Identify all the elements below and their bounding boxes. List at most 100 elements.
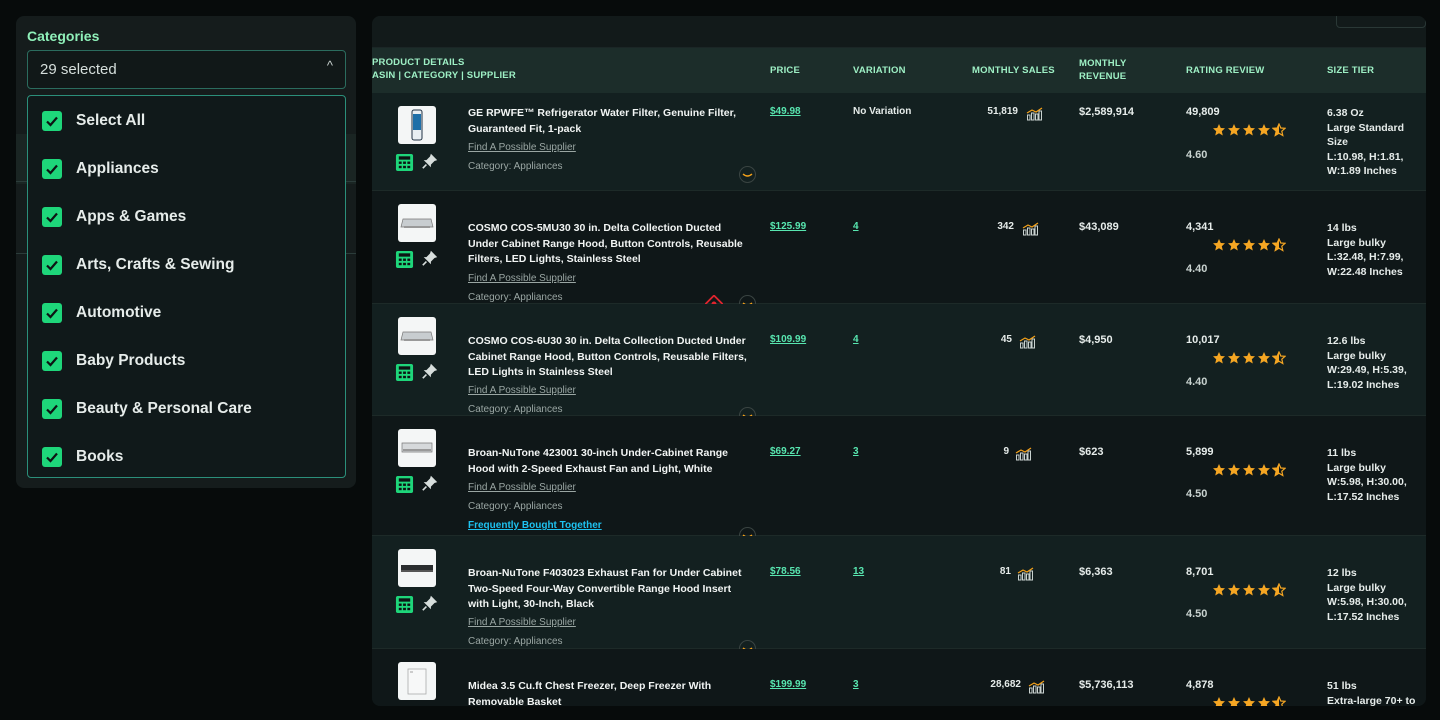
product-variation[interactable]: 3 [853, 446, 859, 457]
product-price[interactable]: $69.27 [770, 446, 801, 457]
option-label: Books [76, 448, 124, 465]
size-tier: 11 lbs Large bulky W:5.98, H:30.00, L:17… [1327, 446, 1422, 504]
category-prefix: Category: [468, 404, 512, 415]
table-row[interactable]: COSMO COS-5MU30 30 in. Delta Collection … [372, 191, 1426, 313]
product-title[interactable]: Broan-NuTone F403023 Exhaust Fan for Und… [468, 566, 753, 613]
rating-value: 4.50 [1186, 608, 1208, 620]
selected-count: 29 selected [40, 61, 117, 78]
option-arts-crafts[interactable]: Arts, Crafts & Sewing [28, 241, 345, 289]
sales-chart-icon[interactable] [1022, 222, 1039, 236]
product-variation[interactable]: 4 [853, 221, 859, 232]
product-variation: No Variation [853, 106, 912, 117]
star-icon [1228, 697, 1240, 706]
checkbox-checked[interactable] [42, 255, 62, 275]
checkbox-checked[interactable] [42, 207, 62, 227]
product-variation[interactable]: 4 [853, 334, 859, 345]
product-title[interactable]: COSMO COS-5MU30 30 in. Delta Collection … [468, 221, 753, 268]
calculator-icon[interactable] [395, 153, 414, 172]
categories-select[interactable]: 29 selected ^ [27, 50, 346, 89]
size-tier-name: Large bulky [1327, 236, 1386, 249]
supplier-link[interactable]: Find A Possible Supplier [468, 617, 576, 628]
supplier-link[interactable]: Find A Possible Supplier [468, 273, 576, 284]
product-image[interactable] [398, 204, 436, 242]
supplier-link[interactable]: Find A Possible Supplier [468, 482, 576, 493]
header-variation[interactable]: VARIATION [853, 64, 906, 77]
size-dimensions: L:10.98, H:1.81, W:1.89 Inches [1327, 150, 1404, 178]
product-title[interactable]: Broan-NuTone 423001 30-inch Under-Cabine… [468, 446, 753, 477]
table-row[interactable]: COSMO COS-6U30 30 in. Delta Collection D… [372, 304, 1426, 424]
size-tier: 51 lbs Extra-large 70+ to 150 lb [1327, 679, 1422, 706]
sales-chart-icon[interactable] [1028, 680, 1045, 694]
header-rating-review[interactable]: RATING REVIEW [1186, 64, 1264, 77]
checkbox-checked[interactable] [42, 399, 62, 419]
calculator-icon[interactable] [395, 250, 414, 269]
option-beauty[interactable]: Beauty & Personal Care [28, 385, 345, 433]
option-automotive[interactable]: Automotive [28, 289, 345, 337]
star-icon [1228, 584, 1240, 596]
category-prefix: Category: [468, 501, 512, 512]
review-count: 10,017 [1186, 334, 1220, 346]
product-image[interactable] [398, 106, 436, 144]
product-variation[interactable]: 13 [853, 566, 864, 577]
supplier-link[interactable]: Find A Possible Supplier [468, 142, 576, 153]
calculator-icon[interactable] [395, 363, 414, 382]
pin-icon[interactable] [421, 594, 439, 612]
frequently-bought-together-link[interactable]: Frequently Bought Together [468, 520, 602, 531]
header-product[interactable]: PRODUCT DETAILS ASIN | CATEGORY | SUPPLI… [372, 56, 516, 82]
pin-icon[interactable] [421, 362, 439, 380]
calculator-icon[interactable] [395, 595, 414, 614]
product-price[interactable]: $49.98 [770, 106, 801, 117]
sales-chart-icon[interactable] [1026, 107, 1043, 121]
header-size-tier[interactable]: SIZE TIER [1327, 64, 1374, 77]
sales-chart-icon[interactable] [1015, 447, 1032, 461]
header-revenue-line1: MONTHLY [1079, 58, 1127, 69]
pin-icon[interactable] [421, 249, 439, 267]
header-price[interactable]: PRICE [770, 64, 800, 77]
monthly-sales: 45 [1000, 334, 1012, 345]
product-image[interactable] [398, 549, 436, 587]
product-image[interactable] [398, 317, 436, 355]
option-label: Apps & Games [76, 208, 187, 225]
product-title[interactable]: Midea 3.5 Cu.ft Chest Freezer, Deep Free… [468, 679, 753, 706]
product-variation[interactable]: 3 [853, 679, 859, 690]
table-row[interactable]: Midea 3.5 Cu.ft Chest Freezer, Deep Free… [372, 649, 1426, 706]
product-image[interactable] [398, 662, 436, 700]
supplier-link[interactable]: Find A Possible Supplier [468, 385, 576, 396]
pin-icon[interactable] [421, 474, 439, 492]
toolbar-button[interactable] [1336, 16, 1426, 28]
pin-icon[interactable] [421, 152, 439, 170]
size-tier: 14 lbs Large bulky L:32.48, H:7.99, W:22… [1327, 221, 1422, 279]
product-image[interactable] [398, 429, 436, 467]
product-title[interactable]: COSMO COS-6U30 30 in. Delta Collection D… [468, 334, 753, 381]
option-books[interactable]: Books [28, 433, 345, 477]
product-price[interactable]: $125.99 [770, 221, 806, 232]
amazon-icon[interactable] [739, 166, 756, 183]
header-monthly-sales[interactable]: MONTHLY SALES [972, 64, 1055, 77]
sales-chart-icon[interactable] [1019, 335, 1036, 349]
option-apps-games[interactable]: Apps & Games [28, 193, 345, 241]
checkbox-checked[interactable] [42, 303, 62, 323]
star-rating [1212, 463, 1286, 477]
option-select-all[interactable]: Select All [28, 97, 345, 145]
checkbox-checked[interactable] [42, 447, 62, 467]
checkbox-checked[interactable] [42, 111, 62, 131]
checkbox-checked[interactable] [42, 159, 62, 179]
product-title[interactable]: GE RPWFE™ Refrigerator Water Filter, Gen… [468, 106, 753, 137]
product-price[interactable]: $199.99 [770, 679, 806, 690]
sales-chart-icon[interactable] [1017, 567, 1034, 581]
size-tier: 12.6 lbs Large bulky W:29.49, H:5.39, L:… [1327, 334, 1422, 392]
review-count: 8,701 [1186, 566, 1214, 578]
product-price[interactable]: $78.56 [770, 566, 801, 577]
size-dimensions: W:29.49, H:5.39, L:19.02 Inches [1327, 364, 1407, 391]
table-row[interactable]: Broan-NuTone 423001 30-inch Under-Cabine… [372, 416, 1426, 544]
table-row[interactable]: Broan-NuTone F403023 Exhaust Fan for Und… [372, 536, 1426, 657]
table-row[interactable]: GE RPWFE™ Refrigerator Water Filter, Gen… [372, 93, 1426, 191]
option-appliances[interactable]: Appliances [28, 145, 345, 193]
calculator-icon[interactable] [395, 475, 414, 494]
product-price[interactable]: $109.99 [770, 334, 806, 345]
option-baby-products[interactable]: Baby Products [28, 337, 345, 385]
star-icon [1258, 464, 1270, 476]
header-monthly-revenue[interactable]: MONTHLY REVENUE [1079, 57, 1127, 83]
size-dimensions: W:5.98, H:30.00, L:17.52 Inches [1327, 596, 1407, 623]
checkbox-checked[interactable] [42, 351, 62, 371]
